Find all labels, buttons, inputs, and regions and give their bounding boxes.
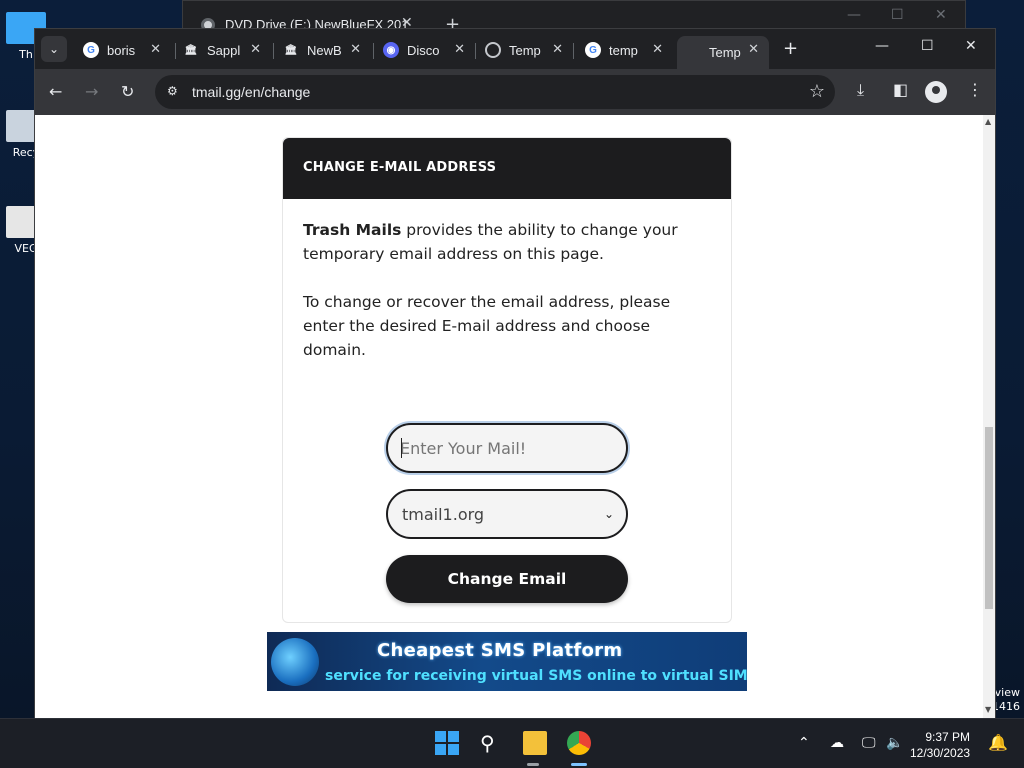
- discord-icon: ◉: [383, 42, 399, 58]
- tab-label: Temp: [709, 45, 741, 60]
- tab-label: NewB: [307, 42, 341, 58]
- google-icon: G: [83, 42, 99, 58]
- tab-separator: [573, 43, 574, 59]
- change-email-button[interactable]: Change Email: [386, 555, 628, 603]
- text-caret: [401, 438, 402, 458]
- site-info-icon[interactable]: ⚙: [167, 84, 181, 98]
- bank-icon: 🏛: [284, 44, 298, 56]
- close-icon[interactable]: ✕: [250, 41, 261, 57]
- chevron-down-icon: ⌄: [603, 507, 614, 521]
- tab-search-button[interactable]: ⌄: [41, 36, 67, 62]
- reload-icon[interactable]: ↻: [121, 82, 134, 101]
- google-icon: G: [585, 42, 601, 58]
- instructions-paragraph: To change or recover the email address, …: [303, 293, 671, 359]
- tab-label: Temp: [509, 42, 541, 58]
- page-scrollbar[interactable]: ▲ ▼: [983, 115, 995, 718]
- minimize-icon[interactable]: —: [847, 7, 861, 23]
- running-indicator: [571, 763, 587, 766]
- browser-toolbar: ← → ↻ ⚙ tmail.gg/en/change ☆ ⤓ ◧ ⋮: [35, 69, 995, 115]
- windows-start-icon[interactable]: [435, 731, 459, 755]
- email-input[interactable]: [386, 423, 628, 473]
- browser-window: ⌄ G boris ✕ 🏛 Sappl ✕ 🏛 NewB ✕ ◉ Disco ✕: [34, 28, 996, 718]
- intro-bold: Trash Mails: [303, 221, 402, 239]
- tab-temp-1[interactable]: Temp ✕: [485, 36, 563, 64]
- taskbar: ⚲ ⌃ ☁ 🖵 🔈 9:37 PM 12/30/2023 🔔: [0, 718, 1024, 768]
- tab-label: boris: [107, 42, 136, 58]
- search-icon[interactable]: ⚲: [480, 731, 504, 755]
- maximize-icon[interactable]: ☐: [921, 38, 934, 54]
- side-panel-icon[interactable]: ◧: [893, 80, 908, 99]
- desktop-text-line-1: view: [994, 686, 1020, 699]
- bank-icon: 🏛: [184, 44, 198, 56]
- tab-separator: [373, 43, 374, 59]
- running-indicator: [527, 763, 539, 766]
- volume-icon[interactable]: 🔈: [886, 735, 903, 751]
- minimize-icon[interactable]: —: [875, 38, 889, 54]
- notification-bell-icon[interactable]: 🔔: [988, 733, 1008, 752]
- close-icon[interactable]: ✕: [748, 41, 759, 57]
- tab-sappl[interactable]: 🏛 Sappl ✕: [183, 36, 261, 64]
- address-bar[interactable]: ⚙ tmail.gg/en/change ☆: [155, 75, 835, 109]
- change-email-card: CHANGE E-MAIL ADDRESS Trash Mails provid…: [282, 137, 732, 623]
- intro-paragraph: Trash Mails provides the ability to chan…: [303, 218, 711, 266]
- sms-ad-banner[interactable]: Cheapest SMS Platform service for receiv…: [267, 632, 747, 691]
- tab-temp-2[interactable]: G temp ✕: [585, 36, 663, 64]
- banner-title: Cheapest SMS Platform: [377, 640, 623, 661]
- clock-time: 9:37 PM: [925, 730, 971, 744]
- close-icon[interactable]: ✕: [150, 41, 161, 57]
- page-viewport: CHANGE E-MAIL ADDRESS Trash Mails provid…: [35, 115, 983, 718]
- tab-newb[interactable]: 🏛 NewB ✕: [283, 36, 361, 64]
- file-explorer-icon[interactable]: [523, 731, 547, 755]
- forward-icon[interactable]: →: [85, 82, 98, 101]
- tab-label: Disco: [407, 42, 440, 58]
- tab-discord[interactable]: ◉ Disco ✕: [383, 36, 465, 64]
- desktop-text: view 1416: [992, 686, 1020, 714]
- card-body: Trash Mails provides the ability to chan…: [283, 199, 731, 362]
- domain-select[interactable]: tmail1.org ⌄: [386, 489, 628, 539]
- chevron-down-icon: ⌄: [48, 42, 60, 56]
- globe-icon: [485, 42, 501, 58]
- domain-select-value: tmail1.org: [402, 504, 485, 524]
- system-clock[interactable]: 9:37 PM 12/30/2023: [910, 729, 970, 761]
- close-icon[interactable]: ✕: [965, 38, 977, 54]
- new-tab-icon[interactable]: +: [783, 38, 798, 59]
- desktop-text-line-2: 1416: [992, 700, 1020, 713]
- scroll-up-icon[interactable]: ▲: [985, 117, 991, 126]
- tab-strip: ⌄ G boris ✕ 🏛 Sappl ✕ 🏛 NewB ✕ ◉ Disco ✕: [35, 29, 995, 69]
- bookmark-star-icon[interactable]: ☆: [809, 81, 825, 102]
- clock-date: 12/30/2023: [910, 746, 971, 760]
- scroll-down-icon[interactable]: ▼: [985, 705, 991, 714]
- close-icon[interactable]: ✕: [652, 41, 663, 57]
- profile-avatar[interactable]: [925, 81, 947, 103]
- network-icon[interactable]: 🖵: [862, 735, 876, 751]
- onedrive-icon[interactable]: ☁: [830, 735, 844, 751]
- banner-subtitle: service for receiving virtual SMS online…: [325, 668, 747, 684]
- menu-kebab-icon[interactable]: ⋮: [967, 80, 983, 99]
- chrome-icon[interactable]: [567, 731, 591, 755]
- download-icon[interactable]: ⤓: [857, 80, 864, 100]
- close-icon[interactable]: ✕: [350, 41, 361, 57]
- maximize-icon[interactable]: ☐: [891, 7, 904, 23]
- back-icon[interactable]: ←: [49, 82, 62, 101]
- chevron-up-icon[interactable]: ⌃: [798, 735, 810, 751]
- tab-temp-active[interactable]: Temp ✕: [677, 36, 769, 69]
- close-icon[interactable]: ✕: [935, 7, 947, 23]
- close-icon[interactable]: ✕: [454, 41, 465, 57]
- tab-label: Sappl: [207, 42, 241, 58]
- address-bar-url[interactable]: tmail.gg/en/change: [192, 84, 310, 100]
- tab-separator: [475, 43, 476, 59]
- tab-label: temp: [609, 42, 638, 58]
- globe-icon: [271, 638, 319, 686]
- tab-boris[interactable]: G boris ✕: [83, 36, 161, 64]
- card-title: CHANGE E-MAIL ADDRESS: [283, 138, 731, 199]
- tab-separator: [175, 43, 176, 59]
- close-icon[interactable]: ✕: [552, 41, 563, 57]
- scrollbar-thumb[interactable]: [985, 427, 993, 609]
- tab-separator: [273, 43, 274, 59]
